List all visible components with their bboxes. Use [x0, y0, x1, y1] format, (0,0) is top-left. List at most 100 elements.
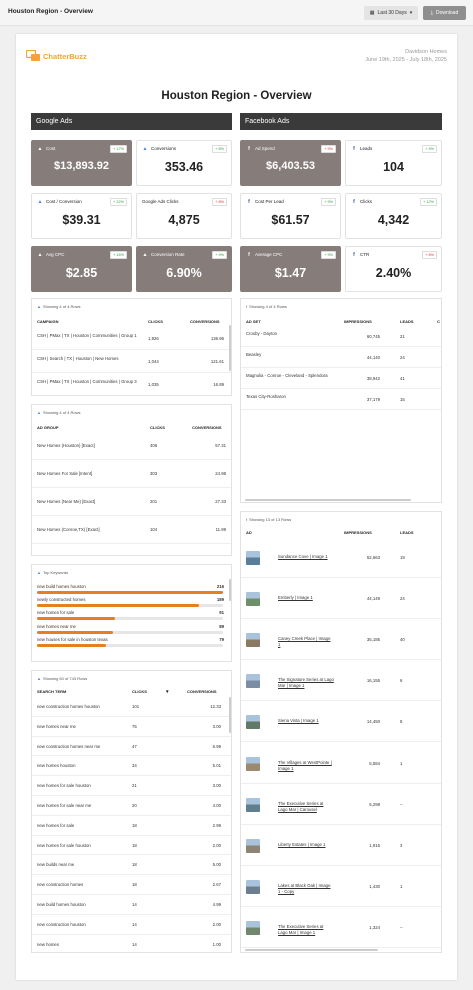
chatterbuzz-logo: ChatterBuzz — [26, 50, 87, 62]
date-range-button[interactable]: ▦ Last 30 Days ▾ — [364, 6, 418, 20]
scrollbar[interactable] — [229, 697, 231, 733]
kpi-card: f Clicks + 12% 4,342 — [345, 193, 442, 239]
ad-name-link[interactable]: Lakes at Black Oak | Image 1 - Copy — [278, 883, 334, 895]
col-conversions[interactable]: CONVERSIONS — [190, 319, 220, 324]
showing-rows: Showing 13 of 13 Rows — [249, 517, 292, 522]
conversions-cell: 2.00 — [212, 842, 221, 848]
kpi-label: Cost — [46, 146, 56, 151]
col-more[interactable]: C — [437, 319, 440, 324]
client-info: Davidson Homes June 19th, 2025 - July 18… — [365, 48, 447, 64]
col-conversions[interactable]: CONVERSIONS — [187, 689, 217, 694]
clicks-cell: 34 — [132, 763, 137, 769]
kpi-card: ▲ Cost + 17% $13,893.92 — [31, 140, 132, 186]
adgroup-name: New Homes (Near Me) [Exact] — [37, 499, 96, 504]
ad-name-link[interactable]: The Signature Series at Lago Mar | Image… — [278, 677, 334, 689]
kpi-card: Google Ads Clicks + 8% 4,875 — [136, 193, 232, 239]
col-clicks[interactable]: CLICKS — [132, 689, 147, 694]
calendar-icon: ▦ — [369, 10, 375, 16]
ad-name-link[interactable]: Emberly | Image 1 — [278, 595, 334, 601]
col-adgroup[interactable]: AD GROUP — [37, 425, 59, 430]
clicks-cell: 1,035 — [148, 381, 159, 387]
ad-thumbnail-image — [246, 592, 260, 607]
clicks-cell: 406 — [150, 443, 158, 448]
scrollbar[interactable] — [245, 499, 411, 501]
leads-cell: 1 — [400, 760, 403, 766]
ad-name-link[interactable]: Caney Creek Place | Image 1 — [278, 636, 334, 648]
ad-thumbnail-image — [246, 715, 260, 730]
ad-name-link[interactable]: The Executive Series at Lago Mar | Carou… — [278, 801, 334, 813]
table-header-info: ▲ Showing 4 of 4 Rows — [37, 304, 81, 309]
search-term-cell: new homes houston — [37, 763, 76, 769]
conversions-cell: 11.99 — [215, 527, 226, 532]
col-adset[interactable]: AD SET — [246, 319, 261, 324]
google-ads-icon: ▲ — [142, 146, 148, 152]
search-term-cell: new homes near me — [37, 723, 76, 729]
showing-rows: Showing 4 of 4 Rows — [42, 410, 81, 415]
col-clicks[interactable]: CLICKS — [150, 425, 165, 430]
leads-cell: 8 — [400, 719, 403, 725]
ad-name-link[interactable]: Liberty Estates | Image 1 — [278, 842, 334, 848]
col-leads[interactable]: LEADS — [400, 530, 414, 535]
scrollbar[interactable] — [229, 325, 231, 371]
google-ads-icon: ▲ — [37, 410, 41, 415]
kpi-delta-badge: + 9% — [212, 251, 227, 259]
kpi-label: Clicks — [360, 199, 372, 204]
col-search-term[interactable]: SEARCH TERM — [37, 689, 66, 694]
keyword-label: new build homes houston — [37, 584, 86, 589]
kpi-label: Ad Spend — [255, 146, 275, 151]
adset-name: Texas City-Rosharon — [246, 393, 286, 399]
kpi-card: ▲ Cost / Conversion + 22% $39.31 — [31, 193, 132, 239]
impressions-cell: 1,915 — [369, 842, 380, 848]
kpi-label: Cost / Conversion — [46, 199, 82, 204]
ad-name-link[interactable]: The Villages at WestPointe | Image 1 — [278, 760, 334, 772]
table-header-info: ▲ Showing 4 of 4 Rows — [37, 410, 81, 415]
conversions-cell: 16.89 — [213, 381, 224, 387]
chat-bubble-icon — [26, 50, 40, 61]
adset-name: Crosby - Dayton — [246, 330, 278, 336]
impressions-cell: 1,324 — [369, 924, 380, 930]
impressions-cell: 14,450 — [366, 719, 380, 725]
leads-cell: 21 — [400, 333, 405, 339]
conversions-cell: 1.00 — [212, 941, 221, 947]
col-impressions[interactable]: IMPRESSIONS — [344, 530, 372, 535]
impressions-cell: 60,745 — [366, 333, 380, 339]
facebook-icon: f — [248, 252, 250, 258]
impressions-cell: 35,185 — [366, 637, 380, 643]
ad-name-link[interactable]: The Executive Series at Lago Mar | Image… — [278, 924, 334, 936]
kpi-value: $13,893.92 — [53, 160, 110, 172]
kpi-label: Average CPC — [255, 252, 283, 257]
col-campaign[interactable]: CAMPAIGN — [37, 319, 58, 324]
scrollbar[interactable] — [229, 579, 231, 601]
ad-thumbnail-image — [246, 633, 260, 648]
scrollbar[interactable] — [245, 949, 378, 951]
kpi-label: Conversion Rate — [151, 252, 185, 257]
col-ad[interactable]: AD — [246, 530, 252, 535]
col-leads[interactable]: LEADS — [400, 319, 414, 324]
logo-text: ChatterBuzz — [43, 51, 87, 61]
clicks-cell: 18 — [132, 842, 137, 848]
keyword-bar — [37, 630, 113, 634]
adgroup-name: New Homes (Conroe,TX) [Exact] — [37, 527, 100, 532]
search-term-cell: new construction houston — [37, 921, 86, 927]
conversions-cell: 4.00 — [212, 802, 221, 808]
col-impressions[interactable]: IMPRESSIONS — [344, 319, 372, 324]
search-terms-table: ▲ Showing 50 of 743 Rows SEARCH TERM CLIC… — [31, 670, 232, 953]
kpi-value: $6,403.53 — [266, 160, 315, 172]
ads-table: f Showing 13 of 13 Rows AD IMPRESSIONS LE… — [240, 511, 442, 953]
ad-name-link[interactable]: Sundance Cove | Image 1 — [278, 554, 334, 560]
keywords-title: Top Keywords — [42, 570, 69, 575]
date-range-label: Last 30 Days — [377, 10, 407, 16]
col-clicks[interactable]: CLICKS — [148, 319, 163, 324]
kpi-delta-badge: + 9% — [321, 251, 336, 259]
top-bar: Houston Region - Overview ▦ Last 30 Days… — [0, 0, 473, 26]
download-button[interactable]: ⤓ Download — [423, 6, 466, 20]
col-conversions[interactable]: CONVERSIONS — [192, 425, 222, 430]
kpi-value: 353.46 — [164, 160, 204, 174]
clicks-cell: 20 — [132, 802, 137, 808]
search-term-cell: new homes for sale houston — [37, 842, 91, 848]
sort-down-icon[interactable]: ▾ — [166, 689, 169, 695]
kpi-delta-badge: + 8% — [422, 251, 437, 259]
conversions-cell: 27.33 — [215, 499, 226, 504]
impressions-cell: 16,155 — [366, 678, 380, 684]
ad-name-link[interactable]: Siena Vista | Image 1 — [278, 718, 334, 724]
